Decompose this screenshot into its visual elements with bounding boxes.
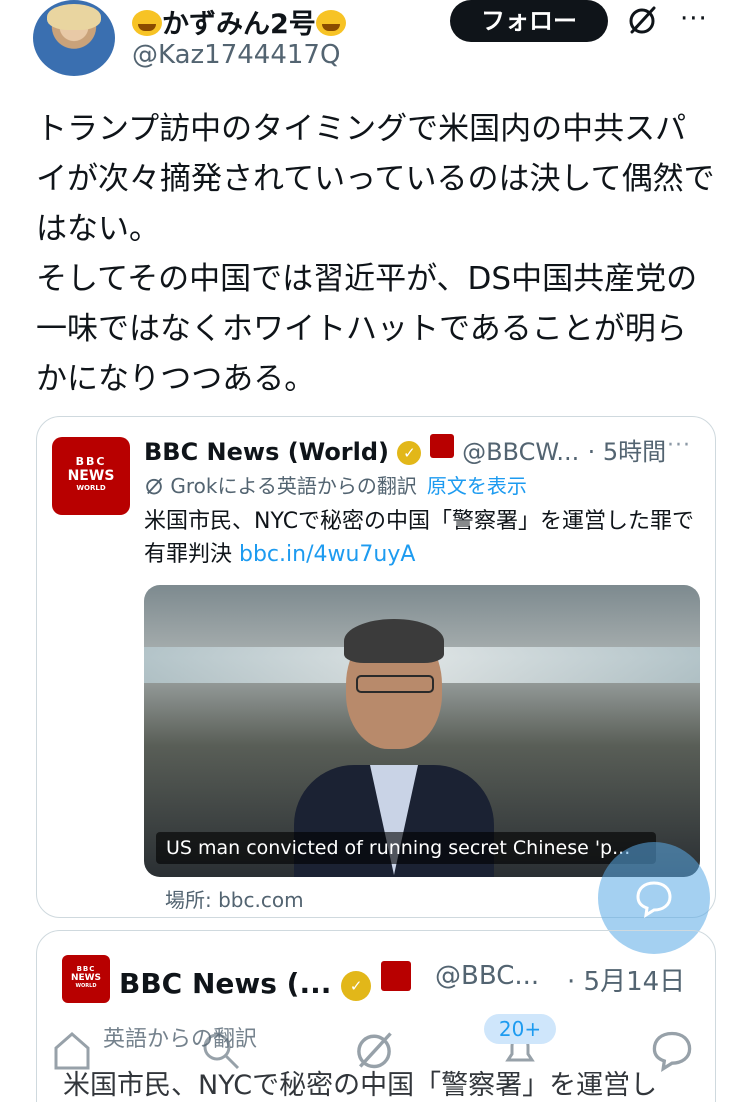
home-icon[interactable] bbox=[50, 1028, 94, 1072]
messages-icon[interactable] bbox=[650, 1028, 694, 1072]
article-caption: US man convicted of running secret Chine… bbox=[156, 832, 656, 864]
show-original-link[interactable]: 原文を表示 bbox=[427, 474, 527, 498]
display-name[interactable]: かずみん2号 bbox=[132, 2, 346, 41]
grok-icon[interactable] bbox=[352, 1028, 396, 1072]
quoted-post-text: 米国市民、NYCで秘密の中国「警察署」を運営した罪で有罪判決 bbc.in/4w… bbox=[144, 509, 695, 567]
avatar[interactable] bbox=[33, 0, 115, 76]
chat-bubble-icon bbox=[636, 881, 672, 918]
verified-badge-icon: ✓ bbox=[341, 971, 372, 1001]
quoted-author-name[interactable]: BBC News (... ✓ bbox=[119, 961, 411, 1001]
user-handle[interactable]: @Kaz1744417Q bbox=[132, 40, 340, 70]
bottom-tab-bar bbox=[0, 1010, 750, 1102]
grok-icon bbox=[146, 477, 163, 495]
quoted-post[interactable]: BBC NEWS WORLD BBC News (World) ✓ @BBCW.… bbox=[36, 416, 716, 918]
quoted-post-date: · 5月14日 bbox=[567, 967, 686, 997]
quoted-post-time: · 5時間 bbox=[587, 438, 667, 466]
tweet-header: かずみん2号 @Kaz1744417Q フォロー ··· bbox=[0, 0, 750, 90]
search-icon[interactable] bbox=[198, 1028, 242, 1072]
quoted-author[interactable]: BBC News (World) ✓ @BBCW... · 5時間 bbox=[144, 432, 666, 467]
article-image[interactable]: US man convicted of running secret Chine… bbox=[144, 585, 700, 877]
translation-note: Grokによる英語からの翻訳 原文を表示 bbox=[144, 470, 527, 499]
bbc-affiliate-icon bbox=[429, 434, 454, 458]
grok-icon[interactable] bbox=[626, 4, 658, 36]
bbc-news-logo[interactable]: BBC NEWS WORLD bbox=[52, 437, 130, 515]
bbc-news-logo[interactable]: BBC NEWS WORLD bbox=[62, 955, 110, 1003]
article-link[interactable]: bbc.in/4wu7uyA bbox=[239, 542, 415, 567]
notifications-badge: 20+ bbox=[484, 1014, 556, 1044]
tweet-text: トランプ訪中のタイミングで米国内の中共スパイが次々摘発されていっているのは決して… bbox=[36, 104, 716, 404]
quoted-more-icon[interactable]: ··· bbox=[667, 433, 691, 458]
grinning-emoji-icon bbox=[315, 10, 346, 36]
tweet-paragraph: トランプ訪中のタイミングで米国内の中共スパイが次々摘発されていっているのは決して… bbox=[36, 111, 715, 247]
quoted-author-handle: @BBCW... bbox=[462, 438, 580, 466]
follow-button[interactable]: フォロー bbox=[450, 0, 608, 42]
verified-badge-icon: ✓ bbox=[397, 441, 422, 465]
quoted-author-handle[interactable]: @BBC... bbox=[435, 961, 539, 991]
quoted-author-name: BBC News (World) bbox=[144, 438, 390, 466]
grinning-emoji-icon bbox=[132, 10, 162, 36]
more-options-icon[interactable]: ··· bbox=[680, 4, 708, 34]
article-source[interactable]: 場所: bbc.com bbox=[165, 884, 304, 913]
tweet-paragraph: そしてその中国では習近平が、DS中国共産党の一味ではなくホワイトハットであること… bbox=[36, 261, 698, 397]
bbc-affiliate-icon bbox=[380, 961, 411, 991]
